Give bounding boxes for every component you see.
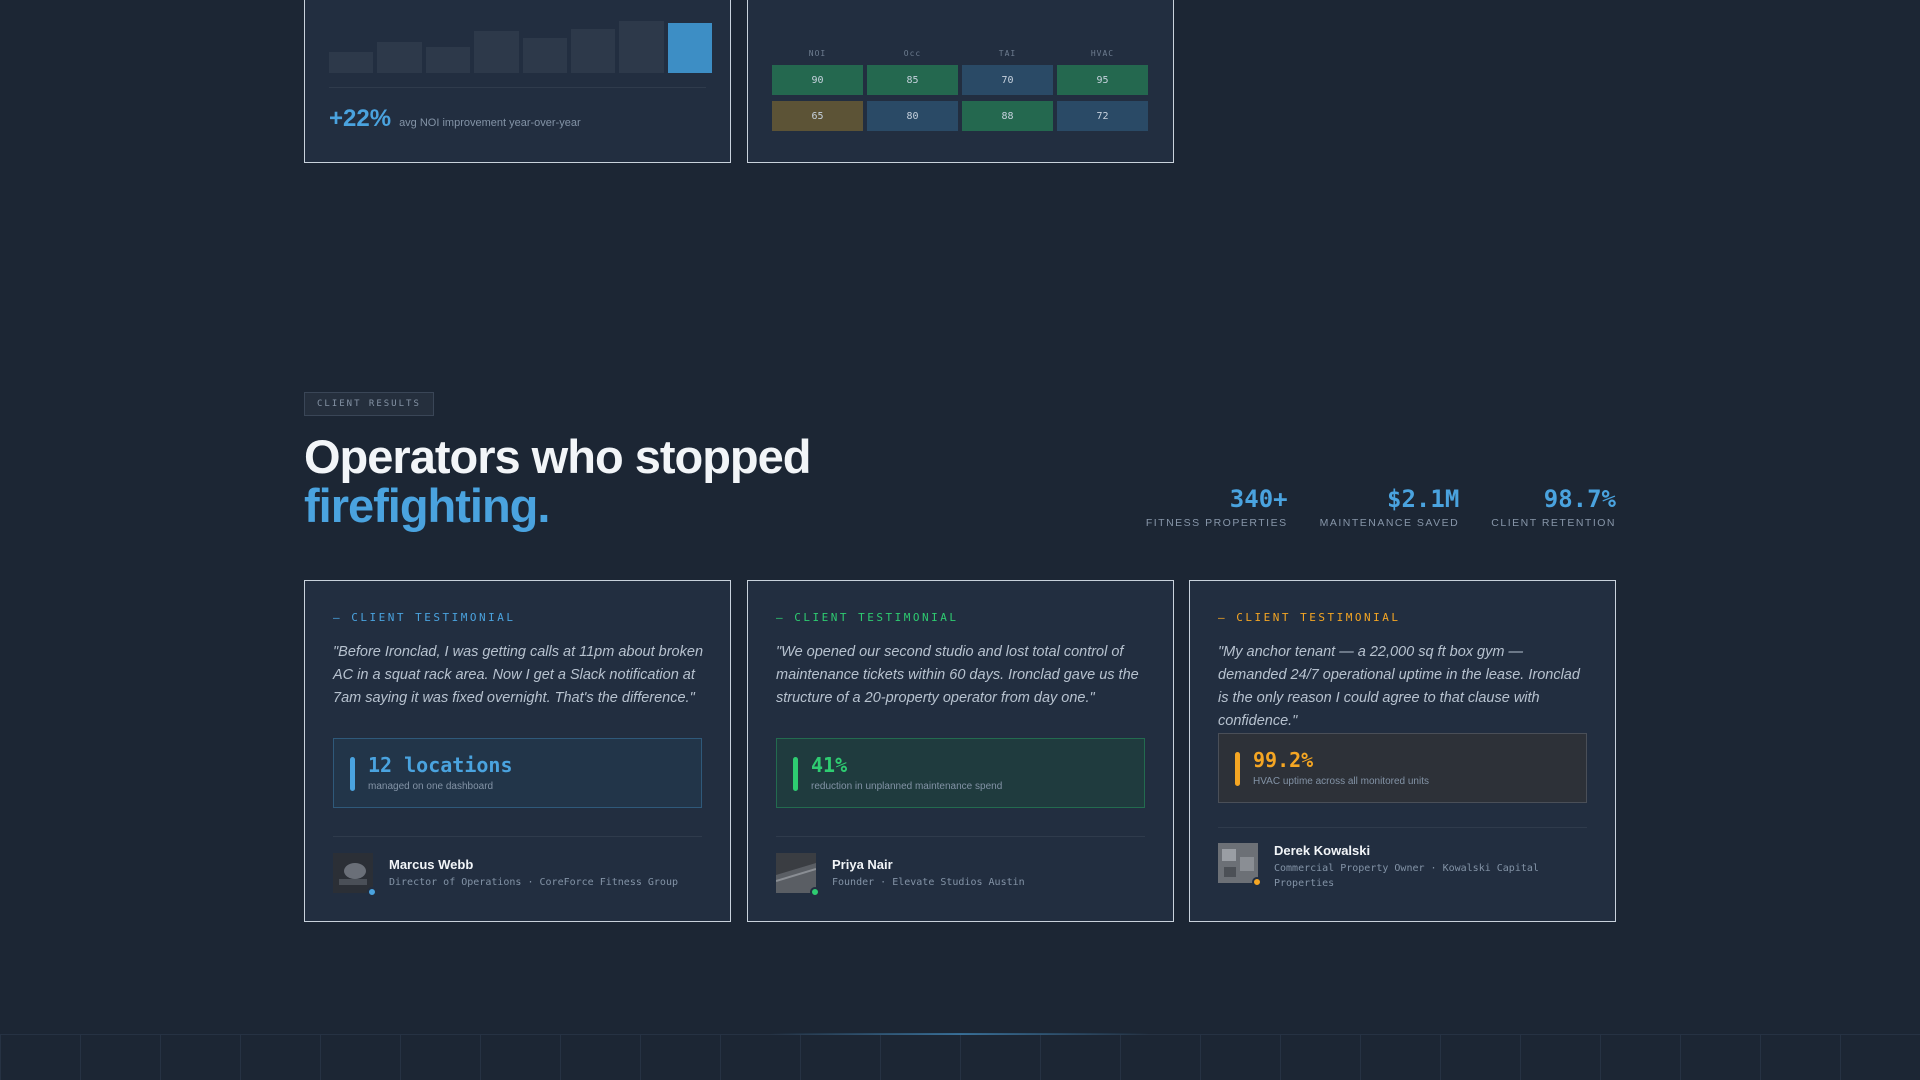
testimonial-stat-box: 12 locations managed on one dashboard bbox=[333, 738, 702, 808]
metric-value: 340+ bbox=[1229, 485, 1288, 513]
avatar bbox=[1218, 843, 1262, 887]
stat-value: 12 locations bbox=[368, 753, 513, 777]
heatmap-col-header: Occ bbox=[903, 49, 922, 58]
stat-value: 99.2% bbox=[1253, 748, 1314, 772]
noi-bar bbox=[619, 21, 664, 73]
testimonial-card-priya-nair: — CLIENT TESTIMONIAL "We opened our seco… bbox=[747, 580, 1174, 922]
testimonial-quote: "Before Ironclad, I was getting calls at… bbox=[333, 644, 704, 706]
avatar-photo-icon bbox=[333, 853, 373, 893]
author-name: Priya Nair bbox=[832, 857, 893, 872]
property-heatmap-card: NOI Occ TAI HVAC 90 85 70 95 65 80 88 72 bbox=[747, 0, 1174, 163]
heatmap-column-headers: NOI Occ TAI HVAC bbox=[772, 49, 1147, 58]
heatmap-col-header: NOI bbox=[808, 49, 827, 58]
stat-caption: HVAC uptime across all monitored units bbox=[1253, 776, 1429, 787]
noi-bar-chart bbox=[329, 19, 712, 73]
noi-stat-caption: avg NOI improvement year-over-year bbox=[399, 117, 581, 129]
noi-bar-chart-card: +22% avg NOI improvement year-over-year bbox=[304, 0, 731, 163]
stat-value: 41% bbox=[811, 753, 848, 777]
noi-stat-value: +22% bbox=[329, 105, 392, 132]
metric-maintenance-saved: $2.1M MAINTENANCE SAVED bbox=[1320, 485, 1460, 529]
metrics-row: 340+ FITNESS PROPERTIES $2.1M MAINTENANC… bbox=[1146, 485, 1616, 529]
author-role: Director of Operations · CoreForce Fitne… bbox=[389, 877, 678, 888]
stat-accent-bar bbox=[1235, 752, 1240, 786]
heatmap-grid: 90 85 70 95 65 80 88 72 bbox=[772, 65, 1148, 131]
bar-chart-baseline bbox=[329, 87, 706, 88]
heatmap-cell: 95 bbox=[1057, 65, 1148, 95]
heatmap-cell: 90 bbox=[772, 65, 863, 95]
avatar bbox=[333, 853, 377, 897]
avatar bbox=[775, 853, 820, 897]
online-status-dot bbox=[1252, 877, 1262, 887]
metric-label: MAINTENANCE SAVED bbox=[1319, 517, 1460, 529]
avatar-photo-icon bbox=[775, 853, 817, 893]
metric-label: CLIENT RETENTION bbox=[1491, 517, 1616, 529]
metric-fitness-properties: 340+ FITNESS PROPERTIES bbox=[1146, 485, 1288, 529]
author-role: Founder · Elevate Studios Austin bbox=[832, 877, 1025, 888]
testimonial-label: — CLIENT TESTIMONIAL bbox=[1218, 611, 1401, 624]
headline-line1: Operators who stopped bbox=[304, 430, 811, 483]
stat-accent-bar bbox=[793, 757, 798, 791]
testimonial-label: — CLIENT TESTIMONIAL bbox=[333, 611, 516, 624]
noi-bar bbox=[425, 47, 471, 73]
heatmap-cell: 80 bbox=[867, 101, 958, 131]
noi-bar bbox=[329, 52, 374, 73]
heatmap-cell: 72 bbox=[1057, 101, 1148, 131]
metric-label: FITNESS PROPERTIES bbox=[1145, 517, 1288, 529]
testimonial-quote: "We opened our second studio and lost to… bbox=[776, 644, 1139, 706]
testimonial-card-derek-kowalski: — CLIENT TESTIMONIAL "My anchor tenant —… bbox=[1189, 580, 1616, 922]
testimonial-stat-box: 41% reduction in unplanned maintenance s… bbox=[776, 738, 1145, 808]
heatmap-cell: 88 bbox=[962, 101, 1053, 131]
noi-bar bbox=[570, 28, 616, 73]
noi-bar bbox=[474, 30, 519, 73]
heatmap-cell: 70 bbox=[962, 65, 1053, 95]
headline-accent: firefighting. bbox=[304, 479, 550, 532]
section-headline: Operators who stopped firefighting. bbox=[304, 432, 811, 530]
section-tag: CLIENT RESULTS bbox=[304, 392, 434, 416]
heatmap-col-header: TAI bbox=[998, 49, 1017, 58]
testimonial-card-marcus-webb: — CLIENT TESTIMONIAL "Before Ironclad, I… bbox=[304, 580, 731, 922]
testimonial-stat-box: 99.2% HVAC uptime across all monitored u… bbox=[1218, 733, 1587, 803]
stat-accent-bar bbox=[350, 757, 355, 791]
stat-caption: reduction in unplanned maintenance spend bbox=[811, 781, 1003, 792]
noi-bar bbox=[667, 23, 712, 73]
noi-stat: +22% avg NOI improvement year-over-year bbox=[329, 105, 581, 133]
heatmap-cell: 85 bbox=[867, 65, 958, 95]
metric-value: $2.1M bbox=[1387, 485, 1460, 513]
divider bbox=[333, 836, 702, 837]
divider bbox=[1218, 827, 1587, 828]
noi-bar bbox=[377, 41, 422, 73]
testimonial-label: — CLIENT TESTIMONIAL bbox=[776, 611, 959, 624]
metric-value: 98.7% bbox=[1543, 485, 1616, 513]
stat-caption: managed on one dashboard bbox=[368, 781, 494, 792]
heatmap-col-header: HVAC bbox=[1090, 49, 1115, 58]
online-status-dot bbox=[367, 887, 377, 897]
noi-bar bbox=[522, 38, 567, 73]
author-name: Derek Kowalski bbox=[1274, 843, 1371, 858]
heatmap-cell: 65 bbox=[772, 101, 863, 131]
online-status-dot bbox=[810, 887, 820, 897]
author-role: Commercial Property Owner · Kowalski Cap… bbox=[1274, 863, 1539, 889]
author-name: Marcus Webb bbox=[389, 857, 474, 872]
divider bbox=[776, 836, 1145, 837]
testimonial-quote: "My anchor tenant — a 22,000 sq ft box g… bbox=[1218, 644, 1580, 729]
avatar-photo-icon bbox=[1218, 843, 1258, 883]
metric-client-retention: 98.7% CLIENT RETENTION bbox=[1491, 485, 1616, 529]
footer-grid-pattern bbox=[0, 1035, 1920, 1080]
